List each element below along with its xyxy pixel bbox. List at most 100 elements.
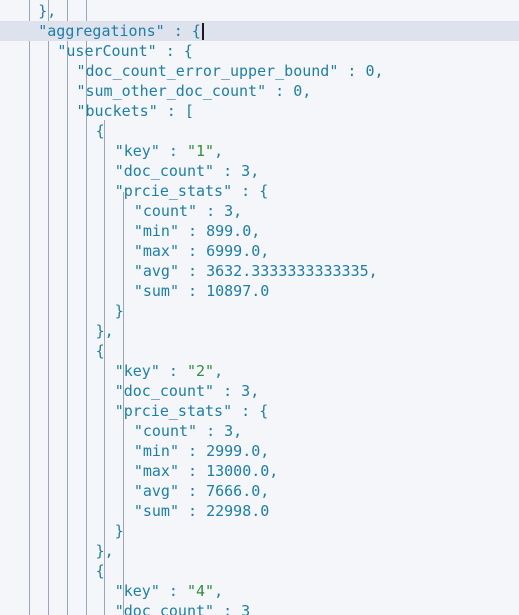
token: : <box>232 182 260 200</box>
code-line[interactable]: "doc_count" : 3, <box>0 381 519 401</box>
code-content[interactable]: }, "aggregations" : {"userCount" : {"doc_… <box>0 1 519 615</box>
token: : <box>338 62 366 80</box>
token: 3 <box>241 382 251 400</box>
token: }, <box>95 542 114 560</box>
token: "key" <box>114 582 160 600</box>
code-line[interactable]: { <box>0 561 519 581</box>
token: "sum" <box>133 282 179 300</box>
code-line[interactable]: }, <box>0 1 519 21</box>
token: { <box>95 342 105 360</box>
token: : <box>197 422 225 440</box>
token: "max" <box>133 242 179 260</box>
code-line[interactable]: } <box>0 521 519 541</box>
token: , <box>233 202 243 220</box>
token: [ <box>184 102 194 120</box>
token: "max" <box>133 462 179 480</box>
token: : <box>178 502 207 520</box>
token: : <box>159 362 187 380</box>
code-line[interactable]: "min" : 899.0, <box>0 221 519 241</box>
token: { <box>183 42 193 60</box>
code-line[interactable]: "doc_count" : 3 <box>0 601 519 615</box>
token: : <box>159 582 187 600</box>
token: , <box>260 242 270 260</box>
code-line[interactable]: "userCount" : { <box>0 41 519 61</box>
token: 10897.0 <box>206 282 270 300</box>
token: 7666.0 <box>206 482 261 500</box>
token: : <box>178 262 207 280</box>
token: "4" <box>186 582 215 600</box>
code-line[interactable]: "sum" : 10897.0 <box>0 281 519 301</box>
token: } <box>114 302 124 320</box>
token: 0 <box>365 62 375 80</box>
token: "min" <box>133 222 179 240</box>
code-line[interactable]: "count" : 3, <box>0 201 519 221</box>
token: , <box>250 162 260 180</box>
token: "aggregations" <box>38 22 165 40</box>
code-line[interactable]: "key" : "1", <box>0 141 519 161</box>
token: : <box>159 142 187 160</box>
code-line[interactable]: "doc_count_error_upper_bound" : 0, <box>0 61 519 81</box>
token: , <box>251 222 261 240</box>
token: 2999.0 <box>206 442 261 460</box>
token: "min" <box>133 442 179 460</box>
code-line[interactable]: { <box>0 121 519 141</box>
code-line[interactable]: "doc_count" : 3, <box>0 161 519 181</box>
code-line[interactable]: "sum" : 22998.0 <box>0 501 519 521</box>
token: "count" <box>133 202 198 220</box>
token: { <box>259 182 269 200</box>
code-line[interactable]: } <box>0 301 519 321</box>
token: "sum_other_doc_count" <box>76 82 267 100</box>
token: "2" <box>186 362 215 380</box>
code-line[interactable]: "sum_other_doc_count" : 0, <box>0 81 519 101</box>
token: : <box>214 382 242 400</box>
token: "doc_count" <box>114 382 215 400</box>
token: "count" <box>133 422 198 440</box>
code-line[interactable]: "count" : 3, <box>0 421 519 441</box>
token: "key" <box>114 362 160 380</box>
code-line[interactable]: "prcie_stats" : { <box>0 181 519 201</box>
token: "1" <box>186 142 215 160</box>
code-line[interactable]: "avg" : 3632.3333333333335, <box>0 261 519 281</box>
token: "doc_count" <box>114 602 215 615</box>
token: 3632.3333333333335 <box>206 262 369 280</box>
token: "prcie_stats" <box>114 402 233 420</box>
token: "key" <box>114 142 160 160</box>
token: , <box>269 462 279 480</box>
token: , <box>250 382 260 400</box>
token: { <box>95 122 105 140</box>
token: , <box>368 262 378 280</box>
token: "doc_count_error_upper_bound" <box>76 62 339 80</box>
token: , <box>302 82 312 100</box>
token: , <box>374 62 384 80</box>
token: : <box>197 202 225 220</box>
token: : <box>157 102 185 120</box>
code-line[interactable]: "key" : "2", <box>0 361 519 381</box>
token: "avg" <box>133 482 179 500</box>
code-line[interactable]: "prcie_stats" : { <box>0 401 519 421</box>
token: "prcie_stats" <box>114 182 233 200</box>
token: 22998.0 <box>206 502 270 520</box>
token: "sum" <box>133 502 179 520</box>
token: 0 <box>293 82 303 100</box>
code-line[interactable]: }, <box>0 541 519 561</box>
token: : <box>266 82 294 100</box>
token: , <box>214 582 224 600</box>
token: 6999.0 <box>206 242 261 260</box>
code-line[interactable]: "aggregations" : { <box>0 21 519 41</box>
token: { <box>95 562 105 580</box>
json-code-editor[interactable]: }, "aggregations" : {"userCount" : {"doc_… <box>0 0 519 615</box>
code-line[interactable]: "min" : 2999.0, <box>0 441 519 461</box>
code-line[interactable]: "max" : 13000.0, <box>0 461 519 481</box>
code-line[interactable]: "max" : 6999.0, <box>0 241 519 261</box>
code-line[interactable]: }, <box>0 321 519 341</box>
token: : <box>178 482 207 500</box>
token: : <box>178 222 207 240</box>
token: { <box>191 22 201 40</box>
token: }, <box>95 322 114 340</box>
code-line[interactable]: "buckets" : [ <box>0 101 519 121</box>
code-line[interactable]: "avg" : 7666.0, <box>0 481 519 501</box>
code-line[interactable]: "key" : "4", <box>0 581 519 601</box>
token: : <box>178 462 207 480</box>
token: : <box>178 442 207 460</box>
code-line[interactable]: { <box>0 341 519 361</box>
